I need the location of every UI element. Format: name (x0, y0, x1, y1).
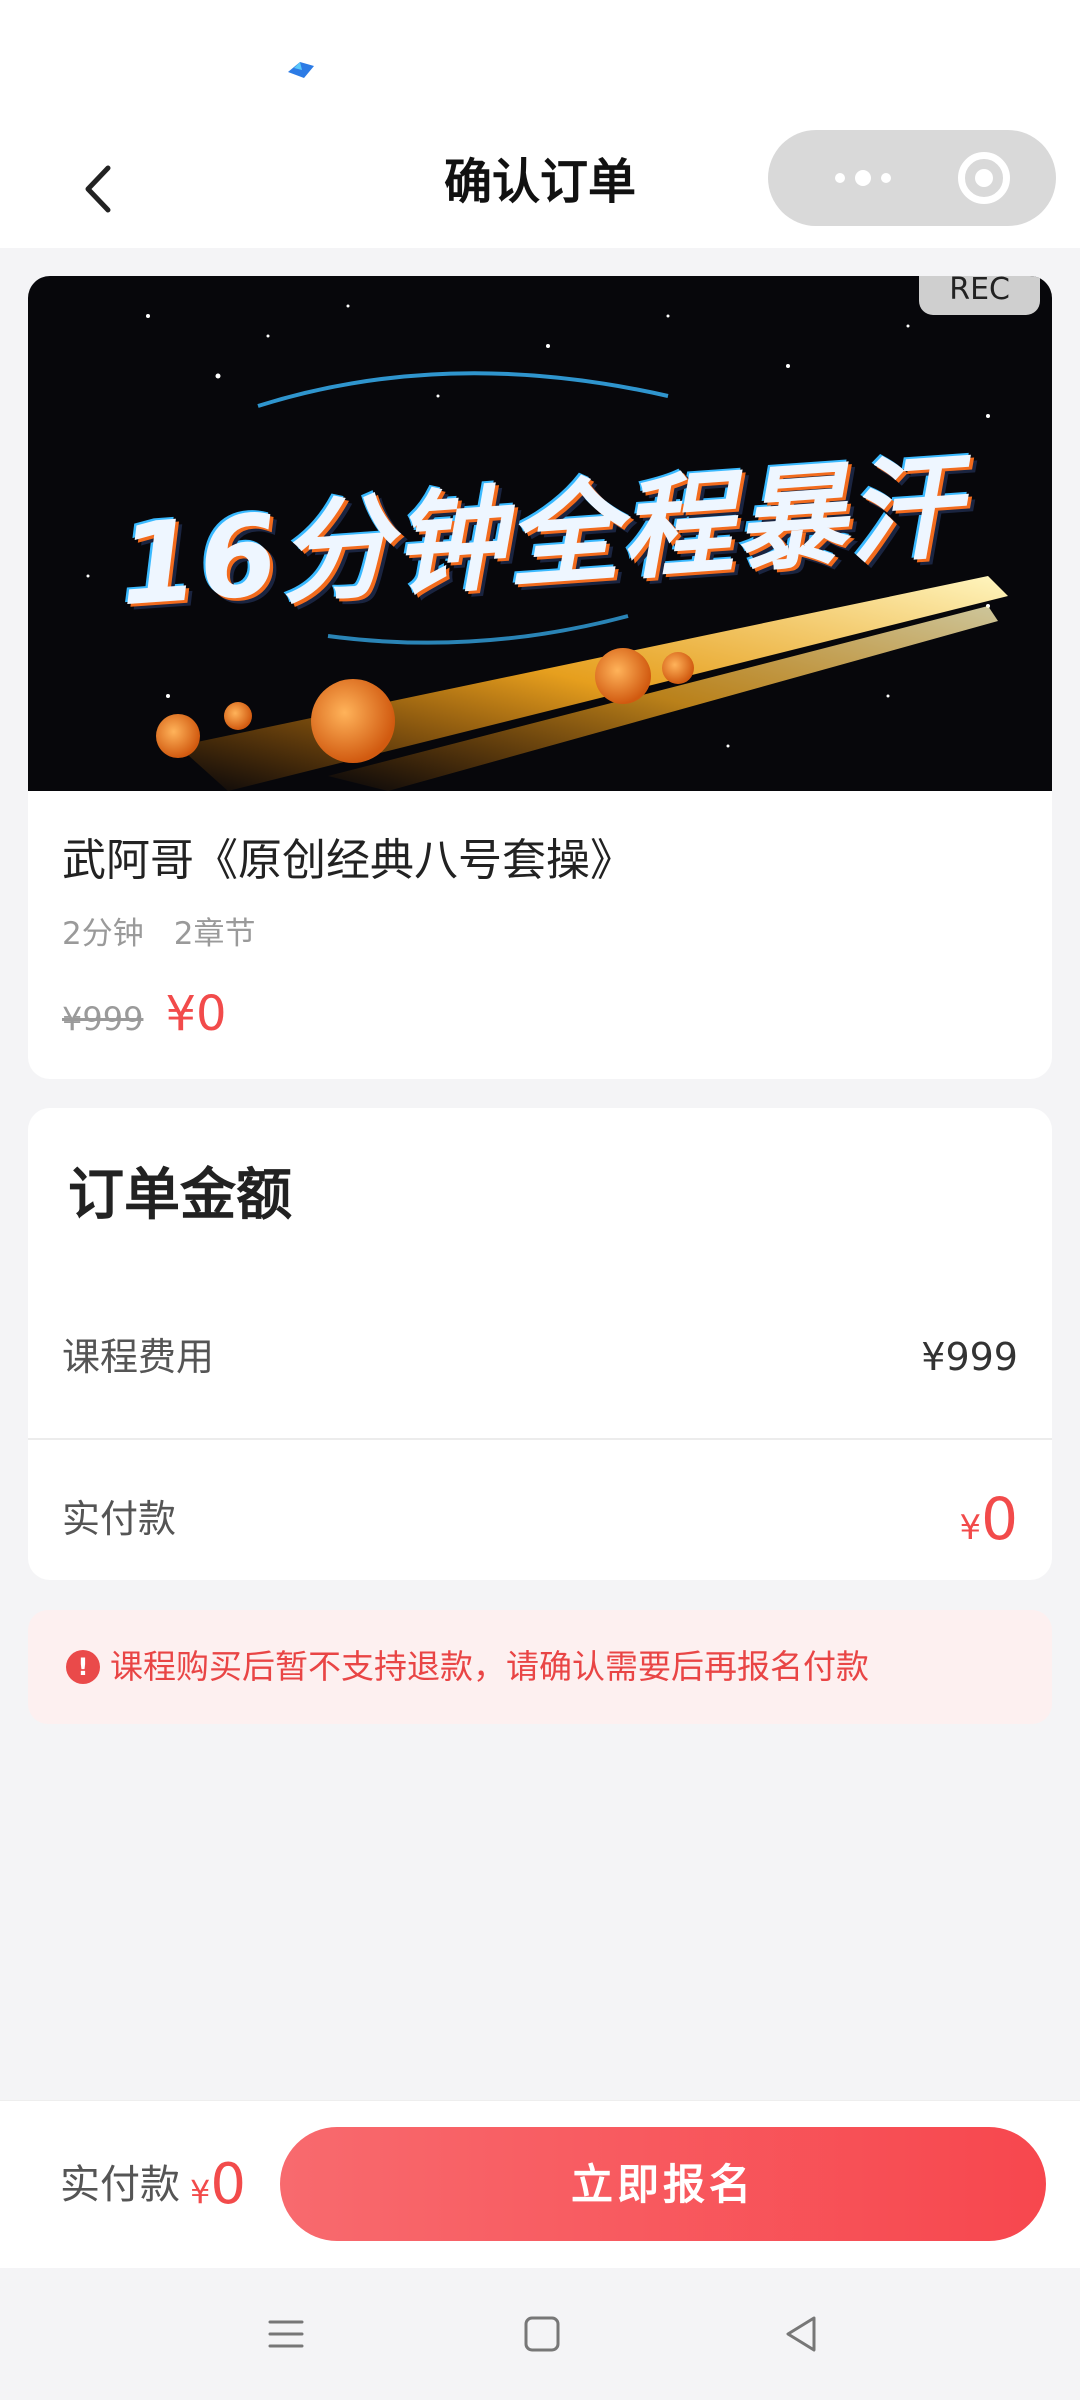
target-icon (975, 169, 993, 187)
refund-notice-text: 课程购买后暂不支持退款，请确认需要后再报名付款 (110, 1647, 869, 1686)
navigation-bar: 确认订单 (0, 130, 1080, 248)
enroll-now-button[interactable]: 立即报名 (280, 2127, 1046, 2241)
summary-title: 订单金额 (68, 1163, 292, 1228)
system-navigation-bar (0, 2268, 1080, 2400)
more-dot-icon (835, 173, 845, 183)
order-summary-card: 订单金额 课程费用 ¥999 实付款 ¥0 (28, 1108, 1052, 1580)
course-chapters: 2章节 (173, 916, 256, 952)
course-duration: 2分钟 (62, 916, 144, 952)
course-card[interactable]: 16分钟全程暴汗 REC 武阿哥《原创经典八号套操》 2分钟 2章节 ¥999 ¥… (28, 276, 1052, 1079)
more-options-button[interactable] (808, 130, 918, 226)
checkout-bar: 实付款 ¥0 立即报名 (0, 2100, 1080, 2269)
warning-icon: ! (66, 1650, 100, 1684)
currency-symbol: ¥ (959, 1508, 982, 1548)
original-price: ¥999 (62, 1000, 144, 1038)
current-price: ¥0 (165, 986, 227, 1042)
amount-paid-value: ¥0 (959, 1440, 1018, 1580)
course-fee-value: ¥999 (921, 1335, 1018, 1379)
more-dot-icon (881, 173, 891, 183)
bottom-paid-label: 实付款 (60, 2162, 180, 2208)
course-fee-row: 课程费用 ¥999 (28, 1278, 1052, 1436)
amount-paid-label: 实付款 (62, 1497, 177, 1541)
app-notification-icon (288, 62, 314, 78)
back-triangle-icon[interactable] (780, 2312, 824, 2356)
more-dot-icon (855, 170, 871, 186)
course-banner: 16分钟全程暴汗 REC (28, 276, 1052, 791)
bottom-paid-value: ¥0 (190, 2101, 246, 2282)
course-name: 武阿哥《原创经典八号套操》 (62, 835, 634, 886)
mini-program-capsule (768, 130, 1056, 226)
amount-paid-number: 0 (981, 1485, 1018, 1553)
refund-notice: ! 课程购买后暂不支持退款，请确认需要后再报名付款 (28, 1610, 1052, 1724)
home-square-icon[interactable] (520, 2312, 564, 2356)
bottom-paid-number: 0 (210, 2152, 246, 2217)
currency-symbol: ¥ (190, 2173, 211, 2211)
course-fee-label: 课程费用 (62, 1335, 215, 1379)
course-price-row: ¥999 ¥0 (62, 986, 227, 1042)
menu-icon[interactable] (264, 2312, 308, 2356)
status-bar (0, 0, 1080, 130)
close-mini-program-button[interactable] (958, 152, 1010, 204)
rec-badge: REC (919, 276, 1040, 315)
course-meta: 2分钟 2章节 (62, 908, 255, 953)
amount-paid-row: 实付款 ¥0 (28, 1438, 1052, 1580)
